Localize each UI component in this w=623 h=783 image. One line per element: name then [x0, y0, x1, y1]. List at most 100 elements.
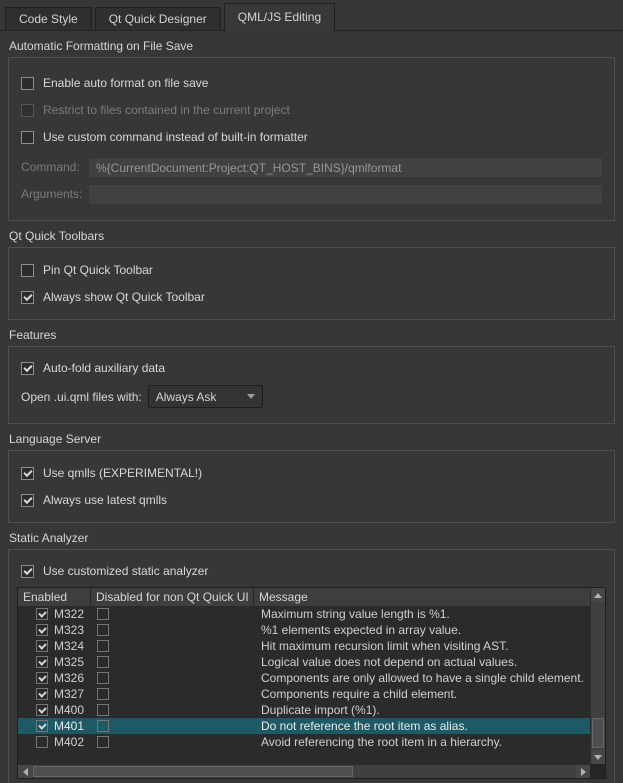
- latest-qmlls-row: Always use latest qmlls: [21, 493, 602, 507]
- command-row: Command:: [21, 157, 602, 177]
- disabled-non-ui-cell: [91, 672, 254, 684]
- always-show-toolbar-checkbox[interactable]: [21, 291, 34, 304]
- enabled-checkbox[interactable]: [36, 736, 48, 748]
- disabled-non-ui-cell: [91, 720, 254, 732]
- table-row[interactable]: M400 Duplicate import (%1).: [18, 702, 590, 718]
- qml-js-editing-pane: Automatic Formatting on File Save Enable…: [0, 39, 623, 783]
- use-custom-analyzer-checkbox[interactable]: [21, 565, 34, 578]
- message-cell: Components are only allowed to have a si…: [254, 671, 590, 685]
- table-row[interactable]: M326 Components are only allowed to have…: [18, 670, 590, 686]
- disabled-non-ui-checkbox[interactable]: [97, 720, 109, 732]
- table-row[interactable]: M327 Components require a child element.: [18, 686, 590, 702]
- message-code: M400: [54, 703, 84, 717]
- message-cell: Do not reference the root item as alias.: [254, 719, 590, 733]
- section-title-toolbars: Qt Quick Toolbars: [9, 229, 614, 243]
- section-title-static-analyzer: Static Analyzer: [9, 531, 614, 545]
- vertical-scroll-track[interactable]: [591, 602, 605, 750]
- custom-command-checkbox[interactable]: [21, 131, 34, 144]
- message-cell: Maximum string value length is %1.: [254, 607, 590, 621]
- disabled-non-ui-checkbox[interactable]: [97, 640, 109, 652]
- scroll-down-button[interactable]: [591, 750, 605, 764]
- enabled-checkbox[interactable]: [36, 720, 48, 732]
- horizontal-scroll-thumb[interactable]: [33, 766, 353, 777]
- table-row[interactable]: M402 Avoid referencing the root item in …: [18, 734, 590, 750]
- open-with-label: Open .ui.qml files with:: [21, 390, 142, 404]
- message-code: M324: [54, 639, 84, 653]
- autofold-checkbox[interactable]: [21, 362, 34, 375]
- group-static-analyzer: Use customized static analyzer Enabled D…: [8, 549, 615, 783]
- use-custom-analyzer-label: Use customized static analyzer: [43, 564, 208, 578]
- enable-auto-format-label: Enable auto format on file save: [43, 76, 208, 90]
- disabled-non-ui-checkbox[interactable]: [97, 672, 109, 684]
- enabled-checkbox[interactable]: [36, 704, 48, 716]
- group-features: Auto-fold auxiliary data Open .ui.qml fi…: [8, 346, 615, 424]
- settings-tab-bar: Code Style Qt Quick Designer QML/JS Edit…: [0, 0, 623, 31]
- disabled-non-ui-checkbox[interactable]: [97, 608, 109, 620]
- enabled-checkbox[interactable]: [36, 656, 48, 668]
- disabled-non-ui-checkbox[interactable]: [97, 688, 109, 700]
- disabled-non-ui-cell: [91, 656, 254, 668]
- table-row[interactable]: M401 Do not reference the root item as a…: [18, 718, 590, 734]
- enable-auto-format-checkbox[interactable]: [21, 77, 34, 90]
- pin-toolbar-checkbox[interactable]: [21, 264, 34, 277]
- table-row[interactable]: M324 Hit maximum recursion limit when vi…: [18, 638, 590, 654]
- table-row[interactable]: M325 Logical value does not depend on ac…: [18, 654, 590, 670]
- tab-qt-quick-designer[interactable]: Qt Quick Designer: [95, 7, 221, 30]
- up-arrow-icon: [594, 593, 602, 598]
- use-qmlls-checkbox[interactable]: [21, 467, 34, 480]
- scroll-right-button[interactable]: [576, 765, 590, 779]
- enable-auto-format-row: Enable auto format on file save: [21, 76, 602, 90]
- enabled-cell: M402: [18, 735, 91, 749]
- message-code: M326: [54, 671, 84, 685]
- chevron-down-icon: [247, 394, 255, 399]
- enabled-cell: M322: [18, 607, 91, 621]
- open-with-row: Open .ui.qml files with: Always Ask: [21, 385, 602, 408]
- enabled-checkbox[interactable]: [36, 672, 48, 684]
- arguments-label: Arguments:: [21, 187, 89, 201]
- vertical-scroll-thumb[interactable]: [592, 718, 604, 748]
- disabled-non-ui-cell: [91, 688, 254, 700]
- scroll-left-button[interactable]: [18, 765, 32, 779]
- disabled-non-ui-checkbox[interactable]: [97, 624, 109, 636]
- latest-qmlls-checkbox[interactable]: [21, 494, 34, 507]
- enabled-cell: M323: [18, 623, 91, 637]
- table-row[interactable]: M323 %1 elements expected in array value…: [18, 622, 590, 638]
- scrollbar-corner: [590, 764, 605, 778]
- right-arrow-icon: [581, 768, 586, 776]
- autofold-row: Auto-fold auxiliary data: [21, 361, 602, 375]
- message-cell: Hit maximum recursion limit when visitin…: [254, 639, 590, 653]
- horizontal-scroll-track[interactable]: [32, 765, 576, 778]
- tab-code-style[interactable]: Code Style: [5, 7, 92, 30]
- command-input: [89, 157, 602, 177]
- use-qmlls-label: Use qmlls (EXPERIMENTAL!): [43, 466, 202, 480]
- group-auto-format: Enable auto format on file save Restrict…: [8, 57, 615, 221]
- message-cell: Components require a child element.: [254, 687, 590, 701]
- table-row[interactable]: M322 Maximum string value length is %1.: [18, 606, 590, 622]
- scroll-up-button[interactable]: [591, 588, 605, 602]
- vertical-scrollbar[interactable]: [590, 588, 605, 764]
- enabled-checkbox[interactable]: [36, 608, 48, 620]
- section-title-features: Features: [9, 328, 614, 342]
- enabled-checkbox[interactable]: [36, 688, 48, 700]
- enabled-cell: M326: [18, 671, 91, 685]
- disabled-non-ui-checkbox[interactable]: [97, 736, 109, 748]
- disabled-non-ui-checkbox[interactable]: [97, 704, 109, 716]
- message-cell: %1 elements expected in array value.: [254, 623, 590, 637]
- section-title-auto-format: Automatic Formatting on File Save: [9, 39, 614, 53]
- command-label: Command:: [21, 160, 89, 174]
- analyzer-table-main: Enabled Disabled for non Qt Quick UI Mes…: [18, 588, 590, 764]
- left-arrow-icon: [23, 768, 28, 776]
- pin-toolbar-row: Pin Qt Quick Toolbar: [21, 263, 602, 277]
- open-with-dropdown[interactable]: Always Ask: [148, 385, 263, 408]
- enabled-checkbox[interactable]: [36, 624, 48, 636]
- enabled-checkbox[interactable]: [36, 640, 48, 652]
- horizontal-scrollbar[interactable]: [18, 764, 590, 778]
- enabled-cell: M324: [18, 639, 91, 653]
- always-show-toolbar-row: Always show Qt Quick Toolbar: [21, 290, 602, 304]
- custom-command-row: Use custom command instead of built-in f…: [21, 130, 602, 144]
- use-custom-analyzer-row: Use customized static analyzer: [21, 564, 606, 578]
- disabled-non-ui-checkbox[interactable]: [97, 656, 109, 668]
- tab-qml-js-editing[interactable]: QML/JS Editing: [224, 3, 335, 31]
- analyzer-table-header: Enabled Disabled for non Qt Quick UI Mes…: [18, 588, 590, 606]
- arguments-row: Arguments:: [21, 184, 602, 204]
